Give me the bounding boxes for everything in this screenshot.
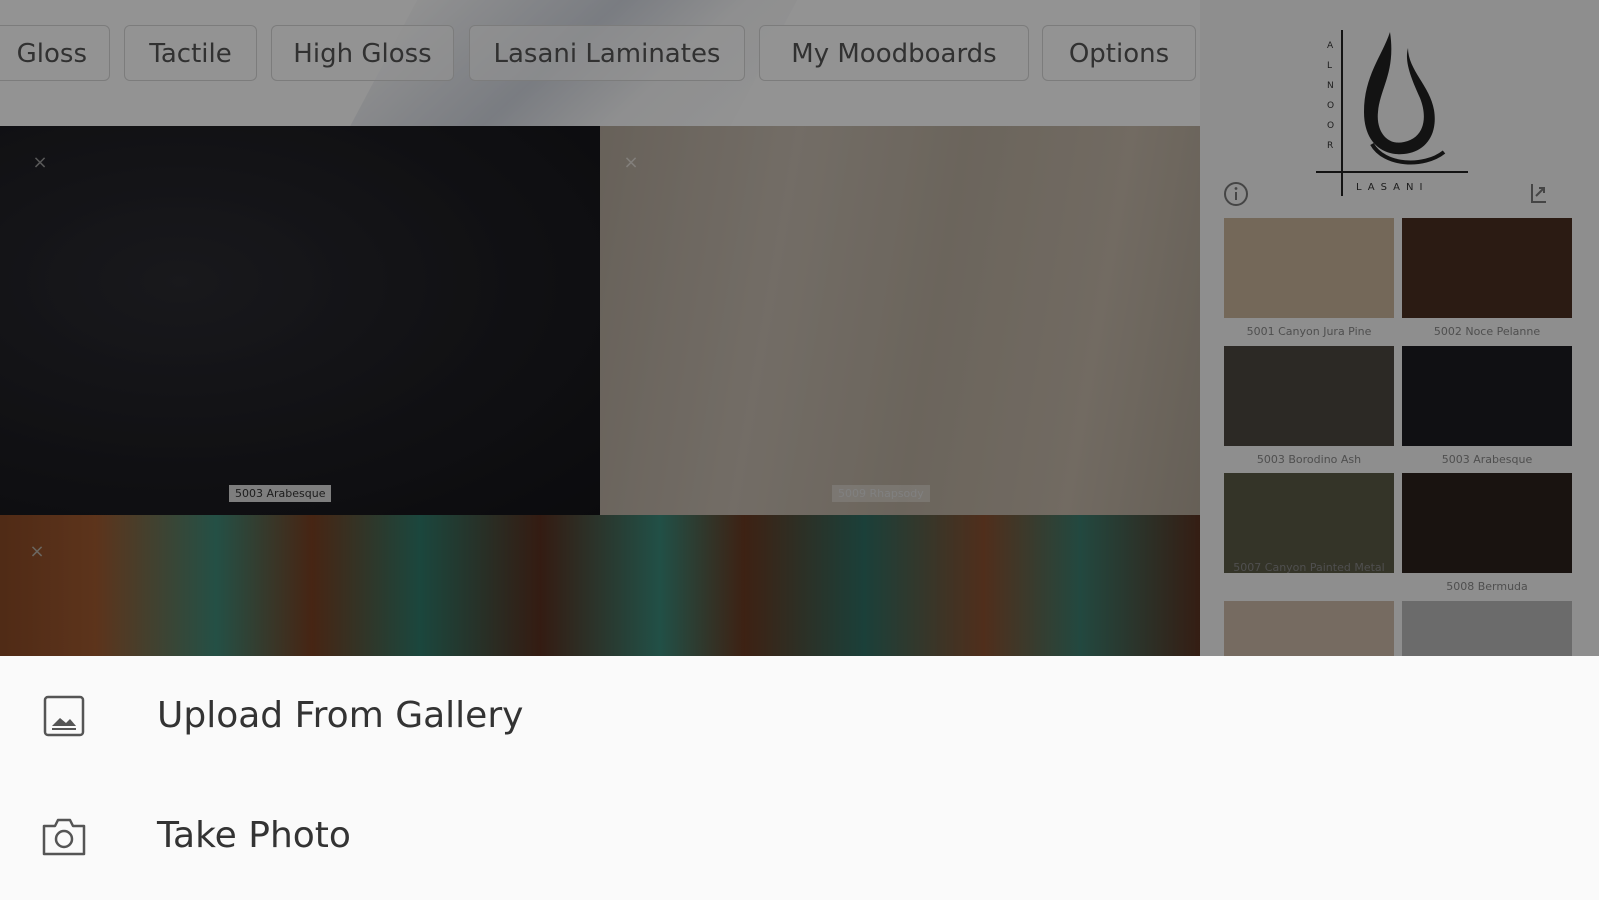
upload-from-gallery-button[interactable]: Upload From Gallery	[0, 656, 1599, 776]
swatch-tile[interactable]	[1402, 218, 1572, 318]
tab-gloss[interactable]: Gloss	[0, 25, 110, 81]
svg-text:O: O	[1327, 121, 1334, 131]
upload-from-gallery-label: Upload From Gallery	[157, 695, 524, 736]
tile-caption: 5009 Rhapsody	[832, 485, 930, 502]
svg-text:L: L	[1327, 61, 1332, 71]
swatch-tile[interactable]	[1224, 601, 1394, 656]
tab-lasani-laminates[interactable]: Lasani Laminates	[469, 25, 745, 81]
moodboard-tile[interactable]: ×	[0, 515, 1200, 656]
swatch-label: 5002 Noce Pelanne	[1433, 325, 1541, 338]
logo-wordmark: LASANI	[1356, 182, 1428, 193]
action-sheet: Upload From Gallery Take Photo	[0, 656, 1599, 900]
alnoor-lasani-logo: A L N O O R LASANI	[1316, 30, 1468, 196]
swatch-label: 5008 Bermuda	[1446, 580, 1528, 593]
moodboard-tile[interactable]: × 5003 Arabesque	[0, 126, 600, 515]
tile-close-icon[interactable]: ×	[29, 152, 51, 174]
moodboard-canvas: × 5003 Arabesque × 5009 Rhapsody ×	[0, 126, 1200, 656]
swatch-label: 5003 Arabesque	[1441, 453, 1533, 466]
swatch-tile[interactable]	[1224, 473, 1394, 573]
share-icon[interactable]	[1524, 180, 1552, 208]
swatch-tile[interactable]	[1402, 601, 1572, 656]
tab-options[interactable]: Options	[1042, 25, 1196, 81]
info-icon[interactable]	[1222, 180, 1250, 208]
svg-text:R: R	[1327, 141, 1333, 151]
swatch-label: 5001 Canyon Jura Pine	[1246, 325, 1372, 338]
take-photo-label: Take Photo	[157, 815, 351, 856]
swatch-label: 5003 Borodino Ash	[1256, 453, 1362, 466]
svg-text:A: A	[1327, 41, 1334, 51]
tile-close-icon[interactable]: ×	[26, 541, 48, 563]
tab-my-moodboards[interactable]: My Moodboards	[759, 25, 1029, 81]
tab-tactile[interactable]: Tactile	[124, 25, 257, 81]
svg-text:O: O	[1327, 101, 1334, 111]
swatch-tile[interactable]	[1402, 346, 1572, 446]
category-tab-bar: Gloss Tactile High Gloss Lasani Laminate…	[0, 0, 1200, 126]
tile-caption: 5003 Arabesque	[229, 485, 332, 502]
moodboard-tile[interactable]: × 5009 Rhapsody	[600, 126, 1200, 515]
tile-close-icon[interactable]: ×	[620, 152, 642, 174]
tab-high-gloss[interactable]: High Gloss	[271, 25, 454, 81]
gallery-icon	[43, 695, 85, 737]
moodboard-screen: Gloss Tactile High Gloss Lasani Laminate…	[0, 0, 1599, 900]
swatch-tile[interactable]	[1224, 218, 1394, 318]
svg-text:N: N	[1327, 81, 1334, 91]
swatch-tile[interactable]	[1224, 346, 1394, 446]
camera-icon	[42, 818, 86, 856]
take-photo-button[interactable]: Take Photo	[0, 776, 1599, 896]
swatch-label: 5007 Canyon Painted Metal	[1233, 561, 1385, 574]
swatch-tile[interactable]	[1402, 473, 1572, 573]
